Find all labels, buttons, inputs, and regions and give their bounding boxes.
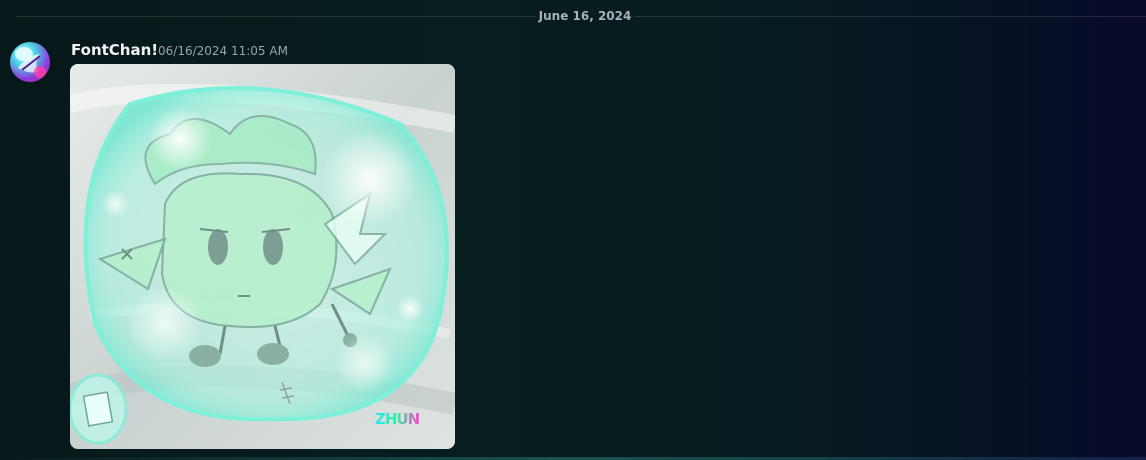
artist-signature: ZHUN xyxy=(375,410,420,428)
divider-line-left xyxy=(16,16,536,17)
date-divider-label: June 16, 2024 xyxy=(538,9,632,23)
message-timestamp[interactable]: 06/16/2024 11:05 AM xyxy=(158,43,288,59)
attachment-artwork xyxy=(70,64,455,449)
message-username[interactable]: FontChan! xyxy=(71,40,158,60)
date-divider: June 16, 2024 xyxy=(0,9,1146,23)
avatar[interactable] xyxy=(10,42,50,82)
image-attachment[interactable]: ZHUN xyxy=(70,64,455,449)
avatar-art-icon xyxy=(15,47,46,78)
signature-text: ZHUN xyxy=(375,410,420,428)
divider-line-right xyxy=(634,16,1146,17)
